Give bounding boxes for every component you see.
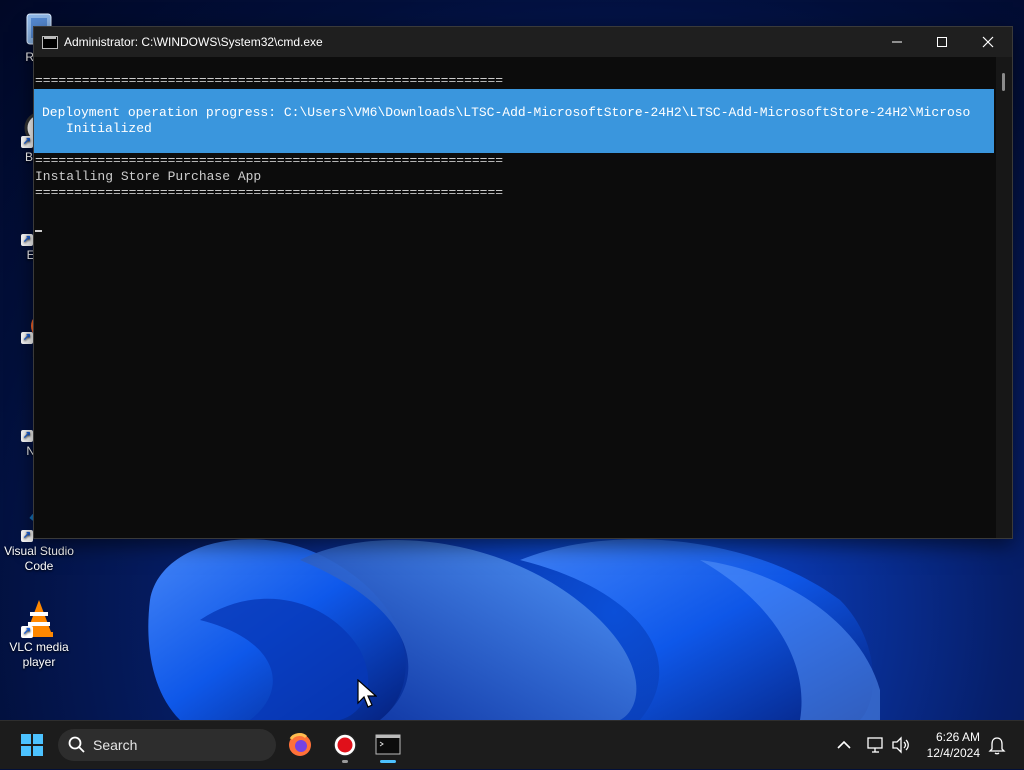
mouse-pointer-icon xyxy=(357,678,378,714)
maximize-button[interactable] xyxy=(919,27,965,57)
desktop-icon-label: Visual Studio Code xyxy=(4,544,74,573)
console-separator: ========================================… xyxy=(35,153,504,168)
network-icon xyxy=(867,737,883,753)
cmd-window[interactable]: Administrator: C:\WINDOWS\System32\cmd.e… xyxy=(33,26,1013,539)
start-icon xyxy=(21,734,43,756)
clock-time: 6:26 AM xyxy=(935,730,980,744)
minimize-icon xyxy=(892,41,902,43)
volume-control[interactable] xyxy=(891,735,911,760)
shortcut-arrow-icon: ↗ xyxy=(21,136,33,148)
close-icon xyxy=(982,36,994,48)
taskbar-firefox[interactable] xyxy=(280,725,320,765)
taskbar-search-box[interactable]: Search xyxy=(58,729,276,761)
chevron-up-icon xyxy=(837,740,851,749)
bell-icon xyxy=(988,737,1006,755)
scrollbar-thumb[interactable] xyxy=(1002,73,1005,91)
network-status[interactable] xyxy=(866,735,886,760)
console-separator: ========================================… xyxy=(35,185,504,200)
active-indicator xyxy=(380,760,396,763)
console-output[interactable]: ========================================… xyxy=(34,57,996,538)
taskbar: Search 6:26 AM 12/4/2024 xyxy=(0,720,1024,769)
title-bar[interactable]: Administrator: C:\WINDOWS\System32\cmd.e… xyxy=(34,27,1012,57)
deployment-progress-banner: Deployment operation progress: C:\Users\… xyxy=(34,89,994,153)
speaker-icon xyxy=(892,736,909,754)
vlc-cone-icon: ↗ xyxy=(21,598,57,638)
taskbar-terminal[interactable] xyxy=(368,725,408,765)
close-button[interactable] xyxy=(965,27,1011,57)
console-scrollbar[interactable] xyxy=(996,57,1012,538)
running-indicator xyxy=(342,760,348,763)
firefox-icon xyxy=(289,733,311,756)
desktop-icon-vlc[interactable]: ↗ VLC media player xyxy=(0,598,78,670)
shortcut-arrow-icon: ↗ xyxy=(21,626,33,638)
console-cursor xyxy=(35,230,42,232)
progress-status: Initialized xyxy=(66,121,152,136)
desktop-icon-label: VLC media player xyxy=(9,640,69,669)
progress-text: Deployment operation progress: C:\Users\… xyxy=(42,105,971,120)
minimize-button[interactable] xyxy=(874,27,920,57)
record-icon xyxy=(333,733,357,757)
show-hidden-icons-button[interactable] xyxy=(834,735,854,760)
cmd-window-icon xyxy=(42,36,58,49)
terminal-icon xyxy=(375,734,401,755)
shortcut-arrow-icon: ↗ xyxy=(21,530,33,542)
clock-date: 12/4/2024 xyxy=(926,746,980,760)
console-separator: ========================================… xyxy=(35,73,504,88)
console-installing-line: Installing Store Purchase App xyxy=(35,169,262,184)
shortcut-arrow-icon: ↗ xyxy=(21,430,33,442)
search-label: Search xyxy=(93,737,138,753)
window-title: Administrator: C:\WINDOWS\System32\cmd.e… xyxy=(64,35,323,49)
notifications-button[interactable] xyxy=(987,735,1007,760)
shortcut-arrow-icon: ↗ xyxy=(21,332,33,344)
taskbar-recorder[interactable] xyxy=(325,725,365,765)
shortcut-arrow-icon: ↗ xyxy=(21,234,33,246)
start-button[interactable] xyxy=(12,725,52,765)
system-clock[interactable]: 6:26 AM 12/4/2024 xyxy=(927,729,980,761)
search-icon xyxy=(68,736,85,753)
maximize-icon xyxy=(937,37,947,47)
